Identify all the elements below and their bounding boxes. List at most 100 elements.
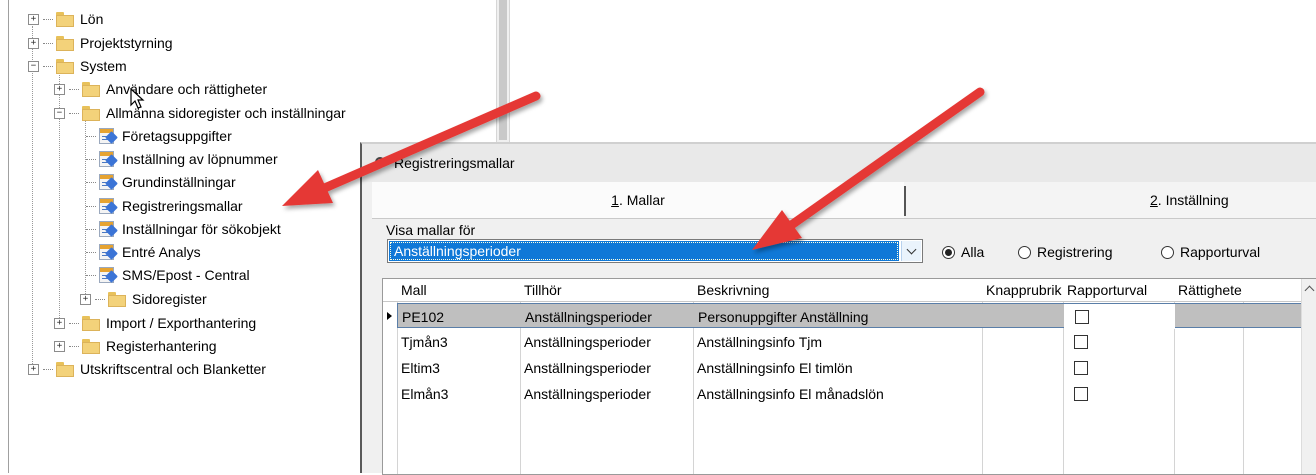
- tree-item-lon[interactable]: + Lön: [28, 8, 103, 30]
- cell-beskrivning[interactable]: Anställningsinfo Tjm: [693, 329, 982, 354]
- cell-tillhor[interactable]: Anställningsperioder: [520, 381, 693, 406]
- tree-item-grundinstallningar[interactable]: Grundinställningar: [86, 171, 236, 193]
- row-header-corner: [383, 279, 397, 302]
- folder-icon: [82, 81, 100, 97]
- tab-installning[interactable]: 2. Inställning: [906, 182, 1316, 218]
- tree-item-label: Grundinställningar: [122, 174, 236, 190]
- dialog-title: Registreringsmallar: [394, 155, 515, 171]
- table-row[interactable]: Eltim3 Anställningsperioder Anställnings…: [397, 355, 1303, 380]
- tree-item-label: Lön: [80, 11, 104, 27]
- cell-rapporturval[interactable]: [1063, 355, 1174, 380]
- radio-label: Alla: [961, 244, 985, 260]
- tree-item-allmanna-sidoregister[interactable]: − Allmänna sidoregister och inställninga…: [54, 102, 346, 124]
- cell-tillhor[interactable]: Anställningsperioder: [520, 329, 693, 354]
- expand-icon[interactable]: +: [80, 293, 91, 305]
- cell-tillhor[interactable]: Anställningsperioder: [521, 304, 694, 329]
- radio-alla[interactable]: Alla: [942, 244, 984, 260]
- cell-rapporturval[interactable]: [1064, 304, 1175, 329]
- form-icon: [99, 151, 118, 167]
- expand-icon[interactable]: +: [28, 13, 39, 25]
- tab-mnemonic: 2: [1150, 192, 1158, 208]
- column-header-tillhor[interactable]: Tillhör: [520, 279, 693, 302]
- chevron-down-icon: [906, 244, 917, 255]
- rapporturval-checkbox[interactable]: [1075, 309, 1089, 324]
- folder-icon: [82, 105, 100, 121]
- tree-item-registerhantering[interactable]: + Registerhantering: [54, 335, 217, 357]
- radio-indicator[interactable]: [1018, 245, 1031, 259]
- radio-rapporturval[interactable]: Rapporturval: [1161, 244, 1260, 260]
- collapse-icon[interactable]: −: [28, 60, 39, 72]
- column-header-empty: [1243, 279, 1303, 302]
- column-header-rapporturval[interactable]: Rapporturval: [1063, 279, 1174, 302]
- templates-grid: Mall Tillhör Beskrivning Knapprubrik Rap…: [382, 278, 1316, 475]
- cell-tillhor[interactable]: Anställningsperioder: [520, 355, 693, 380]
- form-icon: [99, 174, 118, 190]
- grid-scrollbar[interactable]: [1301, 279, 1316, 474]
- expand-icon[interactable]: +: [28, 363, 39, 375]
- dialog-titlebar[interactable]: Registreringsmallar: [362, 144, 1316, 182]
- tree-item-registreringsmallar[interactable]: Registreringsmallar: [86, 195, 243, 217]
- rapporturval-checkbox[interactable]: [1074, 360, 1088, 375]
- cell-beskrivning[interactable]: Anställningsinfo El timlön: [693, 355, 982, 380]
- expand-icon[interactable]: +: [54, 83, 65, 95]
- radio-registrering[interactable]: Registrering: [1018, 244, 1112, 260]
- form-icon: [99, 128, 118, 144]
- cell-mall[interactable]: PE102: [398, 304, 521, 329]
- folder-icon: [56, 58, 74, 74]
- cell-beskrivning[interactable]: Anställningsinfo El månadslön: [693, 381, 982, 406]
- tree-item-sokobjekt[interactable]: Inställningar för sökobjekt: [86, 218, 281, 240]
- app-icon: [372, 154, 390, 172]
- tree-item-label: Företagsuppgifter: [122, 128, 232, 144]
- tab-mnemonic: 1: [611, 192, 619, 208]
- column-header-rattigheter[interactable]: Rättighete: [1174, 279, 1243, 302]
- template-filter-dropdown[interactable]: Anställningsperioder: [387, 239, 923, 263]
- table-row[interactable]: Elmån3 Anställningsperioder Anställnings…: [397, 381, 1303, 406]
- tree-item-system[interactable]: − System: [28, 55, 127, 77]
- radio-indicator[interactable]: [1161, 245, 1174, 259]
- tab-mallar[interactable]: 1. Mallar: [372, 182, 904, 218]
- cell-mall[interactable]: Elmån3: [397, 381, 520, 406]
- folder-icon: [56, 35, 74, 51]
- cell-rapporturval[interactable]: [1063, 329, 1174, 354]
- tab-label: . Inställning: [1157, 192, 1229, 208]
- table-row[interactable]: Tjmån3 Anställningsperioder Anställnings…: [397, 329, 1303, 354]
- rapporturval-checkbox[interactable]: [1074, 386, 1088, 401]
- collapse-icon[interactable]: −: [54, 107, 65, 119]
- radio-indicator[interactable]: [942, 245, 955, 259]
- expand-icon[interactable]: +: [54, 317, 65, 329]
- expand-icon[interactable]: +: [28, 37, 39, 49]
- tree-item-projektstyrning[interactable]: + Projektstyrning: [28, 32, 173, 54]
- cell-mall[interactable]: Tjmån3: [397, 329, 520, 354]
- tab-label: . Mallar: [618, 192, 665, 208]
- rapporturval-checkbox[interactable]: [1074, 334, 1088, 349]
- mouse-cursor-icon: [130, 88, 145, 109]
- tree-item-sidoregister[interactable]: + Sidoregister: [80, 288, 207, 310]
- tree-item-import-export[interactable]: + Import / Exporthantering: [54, 312, 256, 334]
- tree-item-label: System: [80, 58, 127, 74]
- form-icon: [99, 267, 118, 283]
- dropdown-button[interactable]: [901, 241, 921, 261]
- cell-beskrivning[interactable]: Personuppgifter Anställning: [694, 304, 983, 329]
- tree-item-label: Registerhantering: [106, 338, 217, 354]
- expand-icon[interactable]: +: [54, 340, 65, 352]
- tree-item-entre-analys[interactable]: Entré Analys: [86, 241, 201, 263]
- tree-item-sms-epost[interactable]: SMS/Epost - Central: [86, 264, 250, 286]
- tree-item-lopnummer[interactable]: Inställning av löpnummer: [86, 148, 278, 170]
- column-header-beskrivning[interactable]: Beskrivning: [693, 279, 982, 302]
- folder-icon: [108, 291, 126, 307]
- scrollbar-thumb[interactable]: [499, 0, 507, 140]
- tab-bar: 1. Mallar 2. Inställning: [372, 182, 1316, 219]
- scroll-up-icon[interactable]: [1304, 285, 1315, 296]
- column-header-mall[interactable]: Mall: [397, 279, 520, 302]
- cell-rapporturval[interactable]: [1063, 381, 1174, 406]
- tree-item-utskriftscentral[interactable]: + Utskriftscentral och Blanketter: [28, 358, 266, 380]
- cell-mall[interactable]: Eltim3: [397, 355, 520, 380]
- folder-icon: [56, 361, 74, 377]
- column-header-knapprubrik[interactable]: Knapprubrik: [982, 279, 1063, 302]
- tree-item-anvandare[interactable]: + Användare och rättigheter: [54, 78, 267, 100]
- tree-item-foretagsuppgifter[interactable]: Företagsuppgifter: [86, 125, 232, 147]
- tree-item-label: Inställningar för sökobjekt: [122, 221, 281, 237]
- table-row[interactable]: PE102 Anställningsperioder Personuppgift…: [397, 303, 1303, 329]
- radio-label: Registrering: [1037, 244, 1113, 260]
- tree-item-label: Utskriftscentral och Blanketter: [80, 361, 266, 377]
